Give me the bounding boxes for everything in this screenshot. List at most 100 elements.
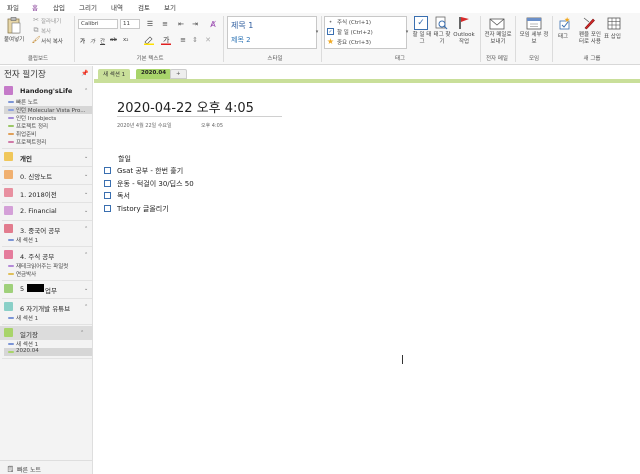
chevron-icon[interactable]: ⌃ <box>80 330 84 336</box>
chevron-icon[interactable]: ⌃ <box>84 88 88 94</box>
font-size-select[interactable]: 11 <box>120 19 140 29</box>
menu-insert[interactable]: 삽입 <box>53 2 65 12</box>
menu-file[interactable]: 파일 <box>7 2 19 12</box>
outlook-task-icon[interactable] <box>456 16 470 30</box>
tag-button[interactable]: 태그 <box>558 32 568 40</box>
highlight-icon[interactable] <box>143 35 155 45</box>
todo-text[interactable]: Gsat 공부 - 한번 훑기 <box>117 166 183 176</box>
todo-tag-icon[interactable]: ✓ <box>414 16 428 30</box>
chevron-icon[interactable]: ⌄ <box>84 190 88 196</box>
notebook-item[interactable]: 4. 주식 공부 ⌃ <box>4 248 92 262</box>
bullet-list-icon[interactable]: ☰ <box>145 19 155 29</box>
outdent-icon[interactable]: ⇤ <box>176 19 186 29</box>
section-item[interactable]: 새 섹션 1 <box>4 314 92 322</box>
numbered-list-icon[interactable]: ≡ <box>160 19 170 29</box>
underline-button[interactable]: 간 <box>100 37 105 45</box>
styles-gallery[interactable]: 제목 1 제목 2 <box>227 16 317 49</box>
font-color-icon[interactable]: 가 <box>160 35 172 45</box>
cut-button[interactable]: 잘라내기 <box>41 17 61 25</box>
notebook-item[interactable]: 5 업무 ⌄ <box>4 282 92 296</box>
strikethrough-button[interactable]: ab <box>110 37 117 43</box>
todo-checkbox[interactable] <box>104 179 111 187</box>
page-title[interactable]: 2020-04-22 오후 4:05 <box>117 97 254 116</box>
section-item[interactable]: 프로젝트 정리 <box>4 122 92 130</box>
section-item[interactable]: 2020.04 <box>4 348 92 356</box>
bold-button[interactable]: 가 <box>80 37 85 45</box>
chevron-icon[interactable]: ⌃ <box>84 252 88 258</box>
font-select[interactable]: Calibri <box>78 19 118 29</box>
section-item[interactable]: 새 섹션 1 <box>4 236 92 244</box>
paste-button[interactable]: 붙여넣기 <box>4 35 24 43</box>
notebook-item[interactable]: 3. 중국어 공부 ⌃ <box>4 222 92 236</box>
insert-table-button[interactable]: 표 삽입 <box>604 32 621 40</box>
section-item[interactable]: 인턴 Innobjects <box>4 114 92 122</box>
chevron-icon[interactable]: ⌃ <box>84 304 88 310</box>
notebook-item[interactable]: Handong'sLife ⌃ <box>4 84 92 98</box>
find-tags-icon[interactable] <box>434 16 448 30</box>
section-item[interactable]: 새 섹션 1 <box>4 340 92 348</box>
notebook-item[interactable]: 일기장 ⌃ <box>0 326 93 340</box>
line-spacing-icon[interactable]: ⇕ <box>190 35 200 45</box>
copy-icon[interactable]: ⧉ <box>32 26 40 34</box>
styles-more-icon[interactable]: ▾ <box>314 27 320 37</box>
tag-item-stock[interactable]: 주식 (Ctrl+1) <box>337 18 371 26</box>
page-canvas[interactable]: 2020-04-22 오후 4:05 2020년 4월 22일 수요일 오후 4… <box>94 83 640 474</box>
table-icon[interactable] <box>607 16 621 30</box>
pen-pointer-button[interactable]: 펜을 포인터로 사용 <box>577 32 603 46</box>
todo-text[interactable]: Tistory 글올리기 <box>117 204 169 214</box>
todo-checkbox[interactable] <box>104 167 111 174</box>
notebook-item[interactable]: 1. 2018이전 ⌄ <box>4 186 92 200</box>
tags-more-icon[interactable]: ▾ <box>404 27 410 37</box>
section-item[interactable]: 재테크읽어주는 파일럿 <box>4 262 92 270</box>
format-copy-button[interactable]: 서식 복사 <box>41 37 63 45</box>
email-icon[interactable] <box>489 16 505 30</box>
todo-heading[interactable]: 할일 <box>118 154 131 164</box>
chevron-icon[interactable]: ⌃ <box>84 226 88 232</box>
notebook-item[interactable]: 6 자기개발 유튜브 ⌃ <box>4 300 92 314</box>
menu-review[interactable]: 검토 <box>138 2 150 12</box>
meeting-details-button[interactable]: 모임 세부 정보 <box>519 32 549 46</box>
tag-item-todo[interactable]: 할 일 (Ctrl+2) <box>337 28 373 36</box>
section-item[interactable]: 연금박사 <box>4 270 92 278</box>
section-item[interactable]: 프로젝트정리 <box>4 138 92 146</box>
notebook-item[interactable]: 0. 신앙노트 ⌄ <box>4 168 92 182</box>
outlook-task-button[interactable]: Outlook 작업 <box>452 32 476 46</box>
style-heading-2[interactable]: 제목 2 <box>231 35 251 45</box>
menu-draw[interactable]: 그리기 <box>79 2 97 12</box>
todo-tag-button[interactable]: 할 일 태그 <box>411 32 433 46</box>
section-item[interactable]: 빠른 노트 <box>4 98 92 106</box>
tag-icon[interactable]: ★ <box>558 16 572 30</box>
section-tab-2020-04[interactable]: 2020.04 <box>136 69 172 79</box>
copy-button[interactable]: 복사 <box>41 27 51 35</box>
todo-checkbox[interactable] <box>104 204 111 212</box>
pin-icon[interactable]: 📌 <box>81 69 89 77</box>
chevron-icon[interactable]: ⌄ <box>84 154 88 160</box>
section-tab-new-section-1[interactable]: 새 섹션 1 <box>98 69 131 79</box>
format-painter-icon[interactable]: 🖌 <box>32 36 41 44</box>
quick-notes-footer[interactable]: 🗒 빠른 노트 <box>0 460 93 474</box>
subscript-button[interactable]: x₂ <box>123 37 128 43</box>
style-heading-1[interactable]: 제목 1 <box>231 20 253 31</box>
notebook-item[interactable]: 개인 ⌄ <box>4 150 92 164</box>
todo-text[interactable]: 운동 - 턱걸이 30/딥스 50 <box>117 179 194 189</box>
notebook-item[interactable]: 2. Financial ⌄ <box>4 204 92 218</box>
chevron-icon[interactable]: ⌄ <box>84 208 88 214</box>
chevron-icon[interactable]: ⌄ <box>84 172 88 178</box>
tags-gallery[interactable]: • 주식 (Ctrl+1) ✓ 할 일 (Ctrl+2) ★ 중요 (Ctrl+… <box>324 16 407 49</box>
menu-view[interactable]: 보기 <box>164 2 176 12</box>
chevron-icon[interactable]: ⌄ <box>84 286 88 292</box>
find-tags-button[interactable]: 태그 찾기 <box>433 32 451 46</box>
paste-icon[interactable] <box>6 16 22 34</box>
pen-pointer-icon[interactable] <box>582 16 596 30</box>
add-section-tab[interactable]: + <box>170 69 187 79</box>
email-send-button[interactable]: 전자 메일로 보내기 <box>483 32 513 46</box>
align-icon[interactable]: ≡ <box>178 35 188 45</box>
delete-icon[interactable]: ✕ <box>203 35 213 45</box>
section-item[interactable]: 취업준비 <box>4 130 92 138</box>
italic-button[interactable]: 가 <box>90 37 95 45</box>
tag-item-important[interactable]: 중요 (Ctrl+3) <box>337 38 371 46</box>
clear-format-icon[interactable]: Ⱥ <box>207 18 219 30</box>
menu-history[interactable]: 내역 <box>111 2 123 12</box>
meeting-details-icon[interactable] <box>526 16 542 30</box>
cut-icon[interactable]: ✂ <box>32 16 40 24</box>
